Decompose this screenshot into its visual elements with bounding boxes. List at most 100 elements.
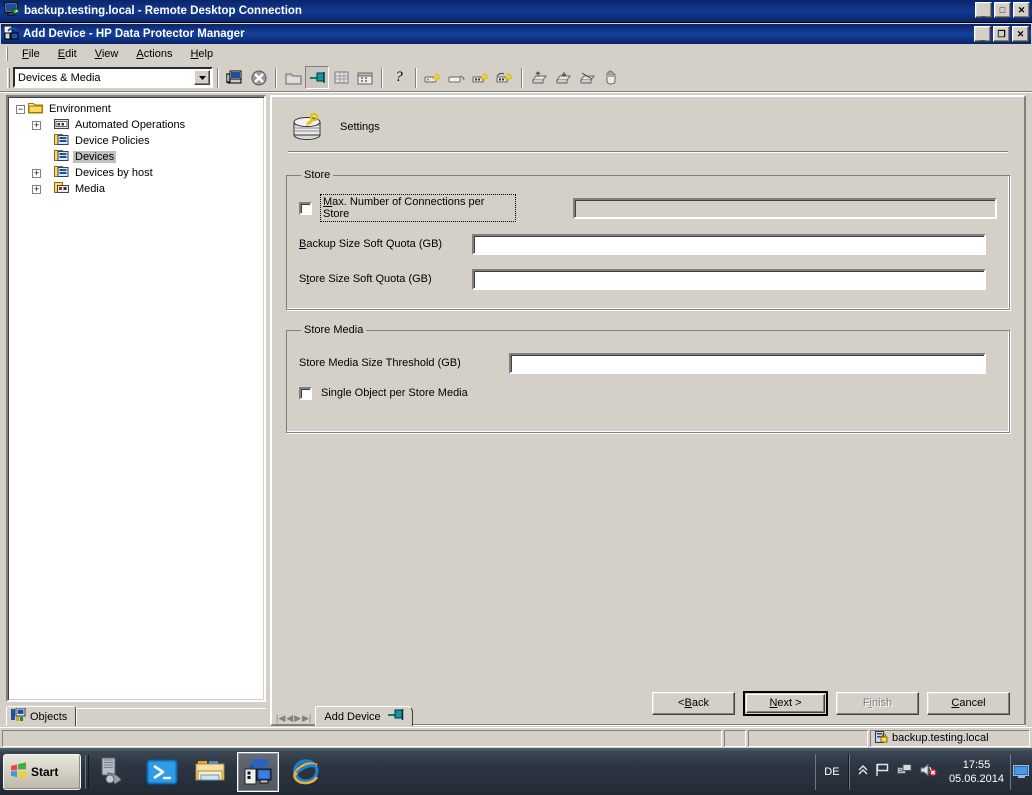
tree-item-label: Devices by host — [75, 167, 153, 179]
context-selector-combo[interactable]: Devices & Media — [13, 67, 213, 88]
status-extra-cell — [748, 729, 868, 747]
export-icon[interactable] — [551, 66, 575, 89]
svg-text:↗: ↗ — [14, 9, 18, 15]
media-threshold-input[interactable] — [509, 352, 986, 374]
media-threshold-label: Store Media Size Threshold (GB) — [299, 357, 461, 369]
device-icon — [54, 149, 69, 165]
wizard-header-divider — [288, 151, 1008, 153]
flag-icon[interactable] — [875, 763, 890, 780]
help-question-icon[interactable]: ? — [387, 66, 411, 89]
taskbar-clock[interactable]: 17:55 05.06.2014 — [945, 758, 1010, 786]
calendar-icon[interactable] — [353, 66, 377, 89]
rdp-window-controls: _ □ ✕ — [975, 2, 1030, 18]
show-desktop-icon[interactable] — [1010, 753, 1032, 790]
chevron-down-icon[interactable] — [194, 70, 210, 85]
scan-icon[interactable] — [575, 66, 599, 89]
media-icon — [54, 181, 69, 197]
backup-quota-label: Backup Size Soft Quota (GB) — [299, 238, 443, 250]
tree-item-media[interactable]: + Media — [12, 181, 264, 197]
toolbar-grip — [7, 67, 10, 88]
expander-plus-icon[interactable]: + — [32, 184, 41, 194]
expander-plus-icon[interactable]: + — [32, 168, 41, 178]
rdp-close-glyph: ✕ — [1017, 4, 1026, 15]
objects-icon — [11, 707, 26, 725]
tree-item-label-selected: Devices — [73, 151, 117, 163]
rdp-title-text: backup.testing.local - Remote Desktop Co… — [24, 5, 302, 17]
tree-item-device-policies[interactable]: Device Policies — [12, 133, 264, 149]
tree-item-devices[interactable]: Devices — [12, 149, 264, 165]
stop-icon[interactable] — [247, 66, 271, 89]
toolbar-separator-3 — [381, 67, 383, 88]
main-content-area: − Environment + Automated Operations Dev… — [0, 92, 1032, 726]
open-device-icon[interactable] — [445, 66, 469, 89]
file-explorer-icon[interactable] — [189, 752, 231, 792]
rdp-close-button[interactable]: ✕ — [1013, 2, 1030, 18]
single-object-checkbox[interactable] — [299, 386, 312, 400]
powershell-icon[interactable] — [141, 752, 183, 792]
speaker-muted-icon[interactable] — [920, 763, 937, 780]
tree-item-environment[interactable]: − Environment — [12, 101, 264, 117]
status-host-label: backup.testing.local — [892, 732, 989, 744]
menu-actions[interactable]: Actions — [128, 46, 180, 62]
new-device-icon[interactable] — [421, 66, 445, 89]
app-minimize-button[interactable]: _ — [974, 26, 991, 42]
backup-quota-row: Backup Size Soft Quota (GB) — [299, 225, 997, 263]
store-quota-input[interactable] — [472, 268, 986, 290]
server-manager-icon[interactable] — [93, 752, 135, 792]
data-protector-icon[interactable] — [237, 751, 279, 792]
tab-add-device[interactable]: Add Device — [315, 706, 413, 726]
max-connections-checkbox[interactable] — [299, 201, 312, 215]
device-icon — [54, 133, 69, 149]
expander-plus-icon[interactable]: + — [32, 120, 41, 130]
folder-icon[interactable] — [281, 66, 305, 89]
scoping-tree[interactable]: − Environment + Automated Operations Dev… — [6, 95, 266, 702]
menu-edit[interactable]: Edit — [50, 46, 85, 62]
start-button[interactable]: Start — [3, 753, 81, 790]
tree-item-automated-operations[interactable]: + Automated Operations — [12, 117, 264, 133]
app-close-button[interactable]: ✕ — [1012, 26, 1029, 42]
toolbar-separator-4 — [415, 67, 417, 88]
secure-server-icon — [875, 730, 888, 746]
media-pool-icon[interactable] — [493, 66, 517, 89]
menu-file[interactable]: File — [14, 46, 48, 62]
rdp-maximize-button[interactable]: □ — [994, 2, 1011, 18]
start-label: Start — [31, 764, 59, 779]
menu-grip — [6, 47, 8, 61]
left-tab-strip: Objects — [6, 704, 266, 726]
expander-minus-icon[interactable]: − — [16, 104, 25, 114]
automated-operations-icon — [54, 117, 69, 133]
rdp-minimize-glyph: _ — [980, 7, 986, 18]
hand-icon[interactable] — [599, 66, 623, 89]
store-quota-label: Store Size Soft Quota (GB) — [299, 273, 432, 285]
tab-nav-first-icon[interactable]: |◀ — [276, 713, 285, 724]
tree-item-devices-by-host[interactable]: + Devices by host — [12, 165, 264, 181]
tab-nav-last-icon[interactable]: ▶| — [302, 713, 311, 724]
chevron-up-icon[interactable] — [858, 764, 868, 779]
language-indicator[interactable]: DE — [814, 753, 849, 790]
menu-help[interactable]: Help — [182, 46, 221, 62]
grid-icon[interactable] — [329, 66, 353, 89]
wizard-pane: Settings Store Max. Number of Connection… — [270, 95, 1026, 726]
tab-nav-next-icon[interactable]: ▶ — [294, 713, 301, 724]
store-media-group-legend: Store Media — [304, 324, 364, 336]
tab-add-device-label: Add Device — [324, 710, 381, 723]
max-connections-label-focus: Max. Number of Connections per Store — [320, 194, 517, 222]
store-quota-label-rest: ore Size Soft Quota (GB) — [309, 273, 432, 285]
menu-view[interactable]: View — [87, 46, 127, 62]
internet-explorer-icon[interactable] — [285, 752, 327, 792]
import-icon[interactable] — [527, 66, 551, 89]
tab-objects[interactable]: Objects — [6, 706, 77, 726]
max-connections-input[interactable] — [573, 197, 997, 219]
tab-nav-prev-icon[interactable]: ◀ — [286, 713, 293, 724]
backup-quota-input[interactable] — [472, 233, 986, 255]
pin-flag-icon[interactable] — [305, 66, 329, 89]
rdp-minimize-button[interactable]: _ — [975, 2, 992, 18]
context-selector-value: Devices & Media — [18, 71, 101, 84]
computer-icon[interactable] — [223, 66, 247, 89]
tab-nav-buttons: |◀ ◀ ▶ ▶| — [272, 713, 315, 726]
app-restore-button[interactable]: ❐ — [993, 26, 1010, 42]
tab-objects-label: Objects — [30, 710, 68, 723]
new-media-icon[interactable] — [469, 66, 493, 89]
network-icon[interactable] — [896, 763, 913, 780]
app-window-controls: _ ❐ ✕ — [974, 26, 1029, 42]
